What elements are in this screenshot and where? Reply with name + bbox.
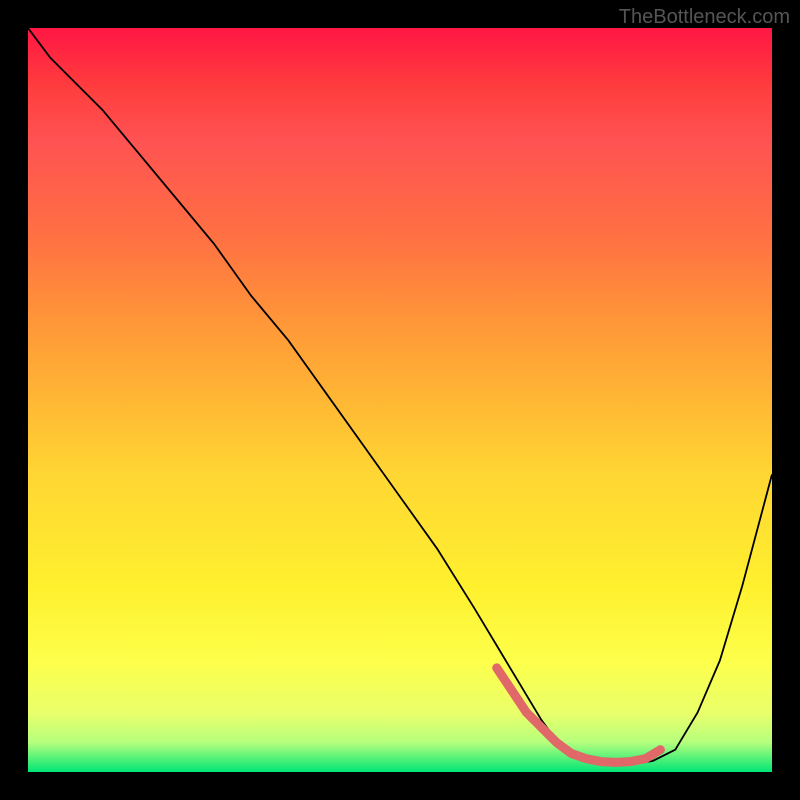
watermark-text: TheBottleneck.com [619, 6, 790, 29]
highlight-segment [28, 28, 772, 772]
chart-plot-area [28, 28, 772, 772]
